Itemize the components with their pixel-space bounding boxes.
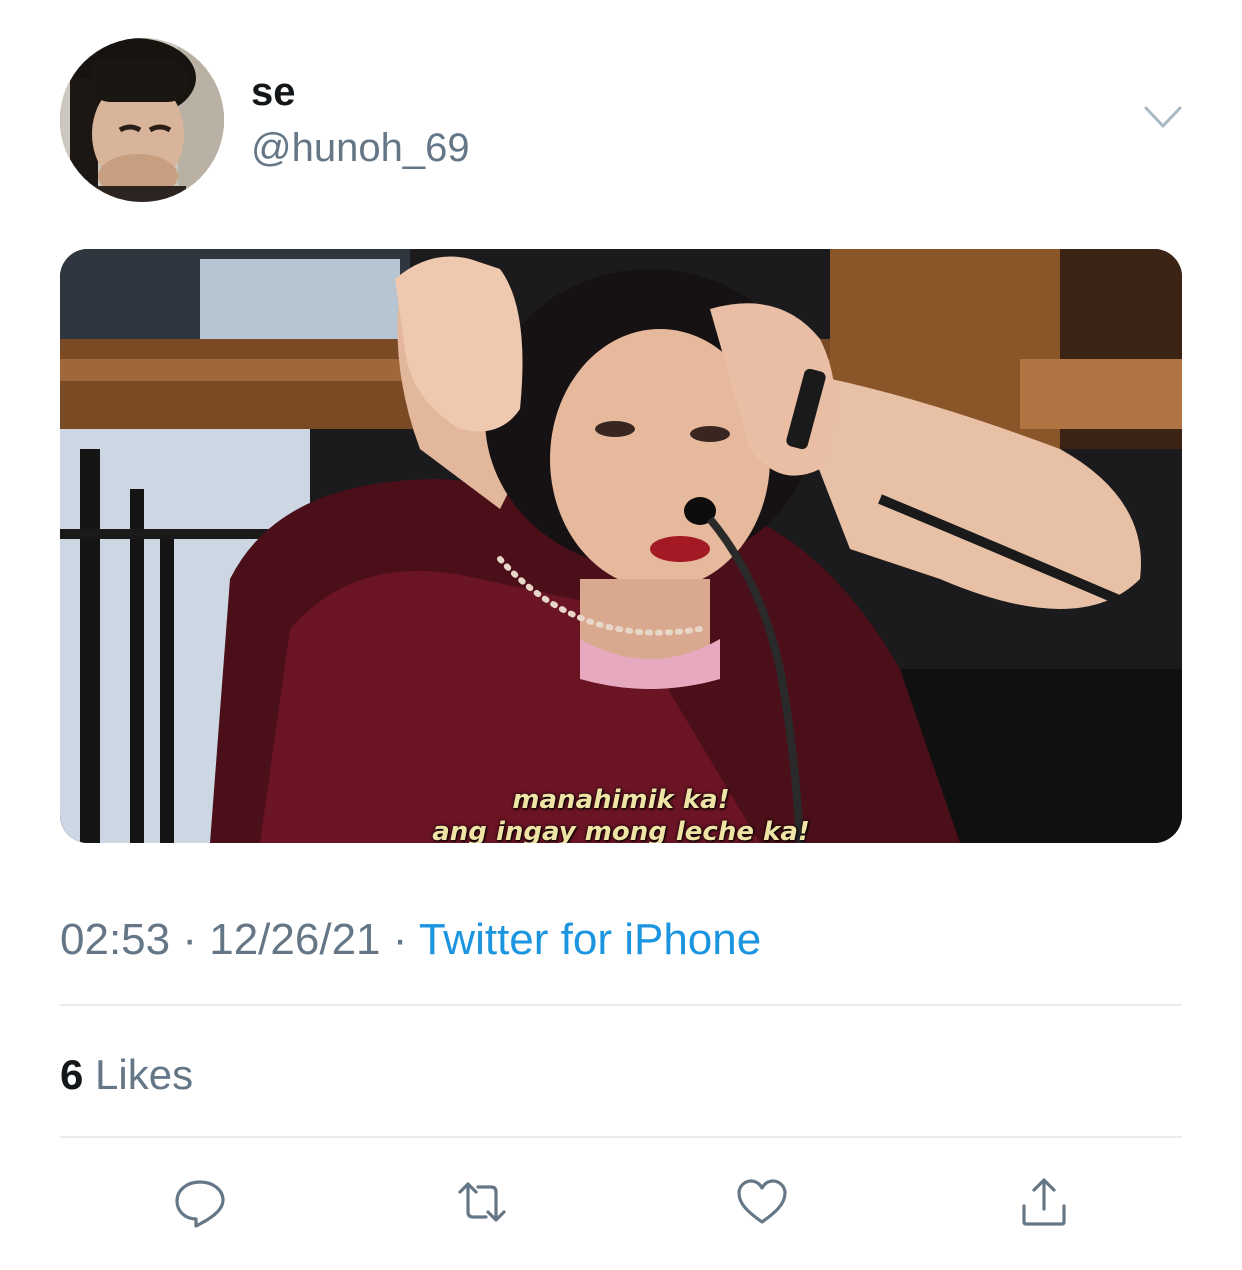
likes-count: 6 xyxy=(60,1051,84,1098)
meta-separator: · xyxy=(392,915,408,964)
media-subtitle-line-1: manahimik ka! xyxy=(512,785,730,815)
share-icon xyxy=(1022,1178,1066,1226)
tweet-date: 12/26/21 xyxy=(209,915,381,964)
divider xyxy=(60,1136,1182,1138)
likes-label: Likes xyxy=(95,1051,194,1098)
tweet-detail: se @hunoh_69 manahimik ka! ang ingay mon… xyxy=(0,0,1242,1270)
media-subtitle-line-2: ang ingay mong leche ka! xyxy=(432,817,810,843)
avatar-image xyxy=(60,38,224,202)
divider xyxy=(60,1004,1182,1006)
tweet-source-link[interactable]: Twitter for iPhone xyxy=(419,915,761,964)
tweet-meta: 02:53 · 12/26/21 · Twitter for iPhone xyxy=(60,912,761,968)
likes-stat[interactable]: 6 Likes xyxy=(60,1048,193,1102)
retweet-icon xyxy=(458,1182,506,1222)
reply-button[interactable] xyxy=(170,1172,230,1232)
chevron-down-icon[interactable] xyxy=(1140,100,1186,136)
retweet-button[interactable] xyxy=(452,1172,512,1232)
meta-separator: · xyxy=(182,915,197,964)
like-button[interactable] xyxy=(732,1172,792,1232)
user-handle[interactable]: @hunoh_69 xyxy=(251,122,470,174)
like-icon xyxy=(737,1179,787,1224)
reply-icon xyxy=(175,1180,225,1228)
media-photo xyxy=(60,249,1182,843)
display-name[interactable]: se xyxy=(251,68,296,116)
tweet-time: 02:53 xyxy=(60,915,171,964)
avatar[interactable] xyxy=(60,38,224,202)
tweet-media-image[interactable]: manahimik ka! ang ingay mong leche ka! xyxy=(60,249,1182,843)
share-button[interactable] xyxy=(1014,1172,1074,1232)
